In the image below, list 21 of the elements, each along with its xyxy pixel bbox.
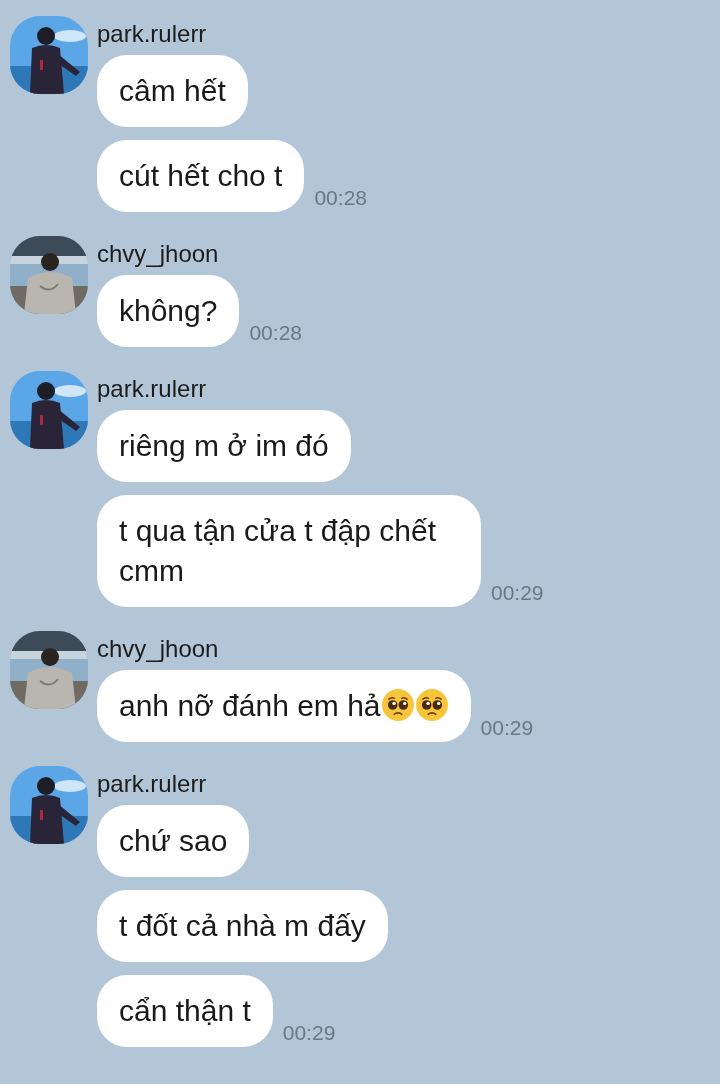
message-text: t qua tận cửa t đập chết cmm	[119, 514, 436, 587]
message-time: 00:29	[282, 1021, 336, 1045]
message-text: không?	[119, 294, 218, 327]
sender-name: chvy_jhoon	[97, 239, 220, 269]
sender-name: chvy_jhoon	[97, 634, 220, 664]
message-text: t đốt cả nhà m đấy	[119, 909, 366, 942]
message-text: chứ sao	[119, 824, 228, 857]
message-text: anh nỡ đánh em hả	[119, 689, 381, 722]
message-text: riêng m ở im đó	[119, 429, 329, 462]
message-time: 00:28	[249, 321, 302, 345]
message-text: cút hết cho t	[119, 159, 283, 192]
message-text: câm hết	[119, 74, 226, 107]
pleading-face-icon	[414, 688, 449, 722]
message-time: 00:29	[480, 716, 534, 740]
sender-name: park.rulerr	[97, 769, 208, 799]
sender-name: park.rulerr	[97, 19, 208, 49]
message-time: 00:29	[491, 581, 544, 605]
message-text: cẩn thận t	[119, 994, 251, 1027]
pleading-face-icon	[380, 688, 415, 722]
message-time: 00:28	[314, 186, 367, 210]
sender-name: park.rulerr	[97, 374, 208, 404]
